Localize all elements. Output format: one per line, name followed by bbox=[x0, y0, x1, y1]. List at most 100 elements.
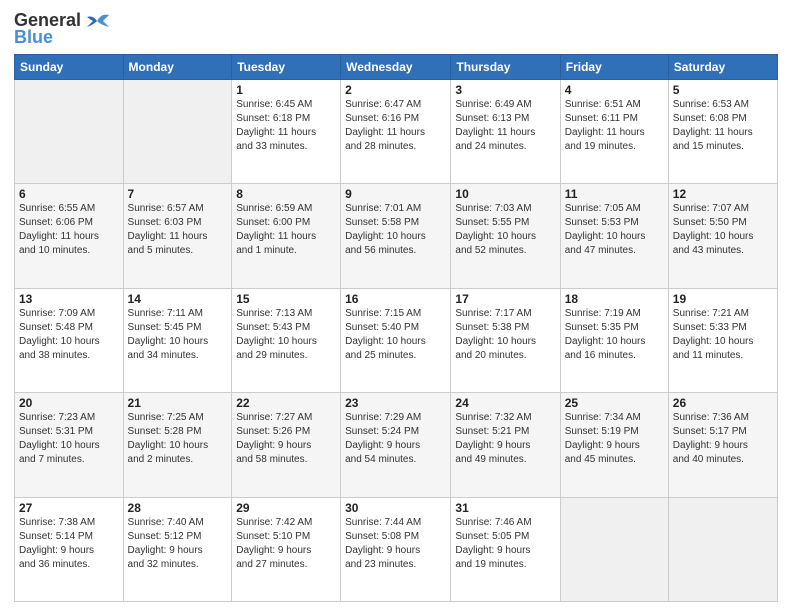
calendar-cell: 11Sunrise: 7:05 AM Sunset: 5:53 PM Dayli… bbox=[560, 184, 668, 288]
day-number: 19 bbox=[673, 292, 773, 306]
calendar-cell: 20Sunrise: 7:23 AM Sunset: 5:31 PM Dayli… bbox=[15, 393, 124, 497]
day-number: 26 bbox=[673, 396, 773, 410]
calendar-cell: 29Sunrise: 7:42 AM Sunset: 5:10 PM Dayli… bbox=[232, 497, 341, 601]
day-detail: Sunrise: 7:27 AM Sunset: 5:26 PM Dayligh… bbox=[236, 411, 336, 467]
logo: General Blue bbox=[14, 10, 111, 48]
weekday-header-wednesday: Wednesday bbox=[341, 55, 451, 80]
day-number: 13 bbox=[19, 292, 119, 306]
day-number: 25 bbox=[565, 396, 664, 410]
weekday-header-friday: Friday bbox=[560, 55, 668, 80]
calendar-week-4: 20Sunrise: 7:23 AM Sunset: 5:31 PM Dayli… bbox=[15, 393, 778, 497]
day-number: 22 bbox=[236, 396, 336, 410]
calendar-cell: 21Sunrise: 7:25 AM Sunset: 5:28 PM Dayli… bbox=[123, 393, 232, 497]
calendar-cell: 1Sunrise: 6:45 AM Sunset: 6:18 PM Daylig… bbox=[232, 80, 341, 184]
calendar-week-1: 1Sunrise: 6:45 AM Sunset: 6:18 PM Daylig… bbox=[15, 80, 778, 184]
day-detail: Sunrise: 7:42 AM Sunset: 5:10 PM Dayligh… bbox=[236, 516, 336, 572]
day-number: 1 bbox=[236, 83, 336, 97]
calendar-cell bbox=[668, 497, 777, 601]
day-number: 24 bbox=[455, 396, 555, 410]
day-detail: Sunrise: 7:13 AM Sunset: 5:43 PM Dayligh… bbox=[236, 307, 336, 363]
day-detail: Sunrise: 7:03 AM Sunset: 5:55 PM Dayligh… bbox=[455, 202, 555, 258]
weekday-header-saturday: Saturday bbox=[668, 55, 777, 80]
calendar-cell: 31Sunrise: 7:46 AM Sunset: 5:05 PM Dayli… bbox=[451, 497, 560, 601]
day-number: 3 bbox=[455, 83, 555, 97]
day-detail: Sunrise: 7:29 AM Sunset: 5:24 PM Dayligh… bbox=[345, 411, 446, 467]
calendar-cell bbox=[560, 497, 668, 601]
calendar-cell: 7Sunrise: 6:57 AM Sunset: 6:03 PM Daylig… bbox=[123, 184, 232, 288]
calendar-cell: 12Sunrise: 7:07 AM Sunset: 5:50 PM Dayli… bbox=[668, 184, 777, 288]
day-number: 20 bbox=[19, 396, 119, 410]
day-detail: Sunrise: 6:49 AM Sunset: 6:13 PM Dayligh… bbox=[455, 98, 555, 154]
calendar-cell bbox=[123, 80, 232, 184]
day-detail: Sunrise: 7:44 AM Sunset: 5:08 PM Dayligh… bbox=[345, 516, 446, 572]
day-number: 16 bbox=[345, 292, 446, 306]
weekday-header-tuesday: Tuesday bbox=[232, 55, 341, 80]
day-detail: Sunrise: 6:55 AM Sunset: 6:06 PM Dayligh… bbox=[19, 202, 119, 258]
calendar-cell: 4Sunrise: 6:51 AM Sunset: 6:11 PM Daylig… bbox=[560, 80, 668, 184]
calendar-cell: 24Sunrise: 7:32 AM Sunset: 5:21 PM Dayli… bbox=[451, 393, 560, 497]
day-number: 29 bbox=[236, 501, 336, 515]
weekday-header-thursday: Thursday bbox=[451, 55, 560, 80]
day-number: 12 bbox=[673, 187, 773, 201]
calendar-cell: 27Sunrise: 7:38 AM Sunset: 5:14 PM Dayli… bbox=[15, 497, 124, 601]
calendar-cell: 10Sunrise: 7:03 AM Sunset: 5:55 PM Dayli… bbox=[451, 184, 560, 288]
calendar-header-row: SundayMondayTuesdayWednesdayThursdayFrid… bbox=[15, 55, 778, 80]
day-number: 7 bbox=[128, 187, 228, 201]
day-detail: Sunrise: 7:11 AM Sunset: 5:45 PM Dayligh… bbox=[128, 307, 228, 363]
calendar-week-3: 13Sunrise: 7:09 AM Sunset: 5:48 PM Dayli… bbox=[15, 288, 778, 392]
calendar-cell: 16Sunrise: 7:15 AM Sunset: 5:40 PM Dayli… bbox=[341, 288, 451, 392]
day-detail: Sunrise: 7:23 AM Sunset: 5:31 PM Dayligh… bbox=[19, 411, 119, 467]
day-detail: Sunrise: 7:21 AM Sunset: 5:33 PM Dayligh… bbox=[673, 307, 773, 363]
day-number: 18 bbox=[565, 292, 664, 306]
calendar-cell: 15Sunrise: 7:13 AM Sunset: 5:43 PM Dayli… bbox=[232, 288, 341, 392]
day-number: 5 bbox=[673, 83, 773, 97]
day-number: 8 bbox=[236, 187, 336, 201]
calendar-cell bbox=[15, 80, 124, 184]
calendar-cell: 6Sunrise: 6:55 AM Sunset: 6:06 PM Daylig… bbox=[15, 184, 124, 288]
calendar-cell: 19Sunrise: 7:21 AM Sunset: 5:33 PM Dayli… bbox=[668, 288, 777, 392]
day-number: 6 bbox=[19, 187, 119, 201]
day-detail: Sunrise: 7:19 AM Sunset: 5:35 PM Dayligh… bbox=[565, 307, 664, 363]
calendar-cell: 17Sunrise: 7:17 AM Sunset: 5:38 PM Dayli… bbox=[451, 288, 560, 392]
day-detail: Sunrise: 6:53 AM Sunset: 6:08 PM Dayligh… bbox=[673, 98, 773, 154]
calendar-cell: 25Sunrise: 7:34 AM Sunset: 5:19 PM Dayli… bbox=[560, 393, 668, 497]
day-detail: Sunrise: 7:15 AM Sunset: 5:40 PM Dayligh… bbox=[345, 307, 446, 363]
day-number: 27 bbox=[19, 501, 119, 515]
day-number: 17 bbox=[455, 292, 555, 306]
day-detail: Sunrise: 6:51 AM Sunset: 6:11 PM Dayligh… bbox=[565, 98, 664, 154]
day-number: 31 bbox=[455, 501, 555, 515]
day-number: 15 bbox=[236, 292, 336, 306]
day-number: 23 bbox=[345, 396, 446, 410]
calendar-cell: 18Sunrise: 7:19 AM Sunset: 5:35 PM Dayli… bbox=[560, 288, 668, 392]
calendar-cell: 23Sunrise: 7:29 AM Sunset: 5:24 PM Dayli… bbox=[341, 393, 451, 497]
day-detail: Sunrise: 6:47 AM Sunset: 6:16 PM Dayligh… bbox=[345, 98, 446, 154]
day-number: 30 bbox=[345, 501, 446, 515]
calendar-week-2: 6Sunrise: 6:55 AM Sunset: 6:06 PM Daylig… bbox=[15, 184, 778, 288]
header: General Blue bbox=[14, 10, 778, 48]
calendar-table: SundayMondayTuesdayWednesdayThursdayFrid… bbox=[14, 54, 778, 602]
calendar-cell: 5Sunrise: 6:53 AM Sunset: 6:08 PM Daylig… bbox=[668, 80, 777, 184]
calendar-cell: 30Sunrise: 7:44 AM Sunset: 5:08 PM Dayli… bbox=[341, 497, 451, 601]
calendar-cell: 3Sunrise: 6:49 AM Sunset: 6:13 PM Daylig… bbox=[451, 80, 560, 184]
calendar-week-5: 27Sunrise: 7:38 AM Sunset: 5:14 PM Dayli… bbox=[15, 497, 778, 601]
day-detail: Sunrise: 7:01 AM Sunset: 5:58 PM Dayligh… bbox=[345, 202, 446, 258]
day-detail: Sunrise: 6:45 AM Sunset: 6:18 PM Dayligh… bbox=[236, 98, 336, 154]
calendar-cell: 22Sunrise: 7:27 AM Sunset: 5:26 PM Dayli… bbox=[232, 393, 341, 497]
day-number: 14 bbox=[128, 292, 228, 306]
day-detail: Sunrise: 7:38 AM Sunset: 5:14 PM Dayligh… bbox=[19, 516, 119, 572]
calendar-cell: 2Sunrise: 6:47 AM Sunset: 6:16 PM Daylig… bbox=[341, 80, 451, 184]
day-detail: Sunrise: 7:36 AM Sunset: 5:17 PM Dayligh… bbox=[673, 411, 773, 467]
logo-blue: Blue bbox=[14, 27, 53, 48]
day-detail: Sunrise: 7:05 AM Sunset: 5:53 PM Dayligh… bbox=[565, 202, 664, 258]
day-detail: Sunrise: 7:07 AM Sunset: 5:50 PM Dayligh… bbox=[673, 202, 773, 258]
weekday-header-sunday: Sunday bbox=[15, 55, 124, 80]
calendar-cell: 8Sunrise: 6:59 AM Sunset: 6:00 PM Daylig… bbox=[232, 184, 341, 288]
day-number: 2 bbox=[345, 83, 446, 97]
day-number: 28 bbox=[128, 501, 228, 515]
logo-bird-icon bbox=[83, 11, 111, 31]
day-number: 10 bbox=[455, 187, 555, 201]
day-detail: Sunrise: 7:09 AM Sunset: 5:48 PM Dayligh… bbox=[19, 307, 119, 363]
day-detail: Sunrise: 6:57 AM Sunset: 6:03 PM Dayligh… bbox=[128, 202, 228, 258]
day-detail: Sunrise: 7:17 AM Sunset: 5:38 PM Dayligh… bbox=[455, 307, 555, 363]
day-detail: Sunrise: 7:25 AM Sunset: 5:28 PM Dayligh… bbox=[128, 411, 228, 467]
